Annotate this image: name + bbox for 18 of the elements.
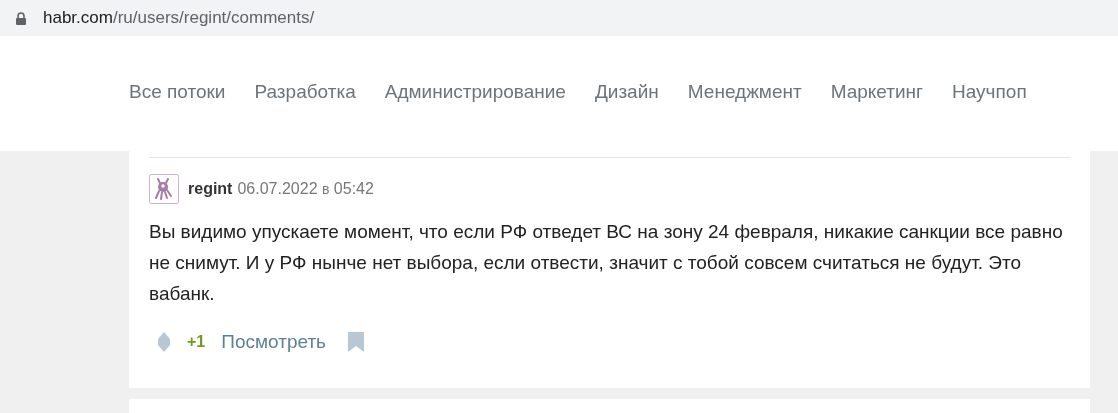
nav-link[interactable]: Маркетинг — [830, 81, 924, 103]
comment-text: Вы видимо упускаете момент, что если РФ отведет ВС на зону 24 февраля, никакие санкции все равно не снимут. И у РФ нынче нет выбора, если отвести, значит с тобой совсем считаться не будут. Это вабанк. — [149, 220, 1064, 306]
nav-link[interactable]: Менеджмент — [687, 81, 802, 103]
nav-link[interactable]: Разработка — [254, 81, 356, 103]
nav-link[interactable]: Администрирование — [384, 81, 566, 103]
lock-icon — [16, 11, 26, 25]
view-link[interactable]: Посмотреть — [221, 331, 326, 353]
author-link[interactable]: regint — [188, 180, 233, 198]
nav-link[interactable]: Дизайн — [594, 81, 659, 103]
vote-icon[interactable] — [157, 332, 171, 352]
nav-link[interactable]: Научпоп — [952, 81, 1027, 103]
address-bar[interactable]: habr.com/ru/users/regint/comments/ — [0, 0, 1118, 36]
avatar-icon[interactable] — [149, 174, 179, 204]
url-text: habr.com/ru/users/regint/comments/ — [43, 8, 315, 28]
nav-link[interactable]: Все потоки — [129, 81, 226, 103]
bookmark-icon[interactable] — [348, 332, 364, 352]
vote-score: +1 — [187, 333, 206, 351]
comment-date: 06.07.2022 в 05:42 — [237, 180, 374, 198]
